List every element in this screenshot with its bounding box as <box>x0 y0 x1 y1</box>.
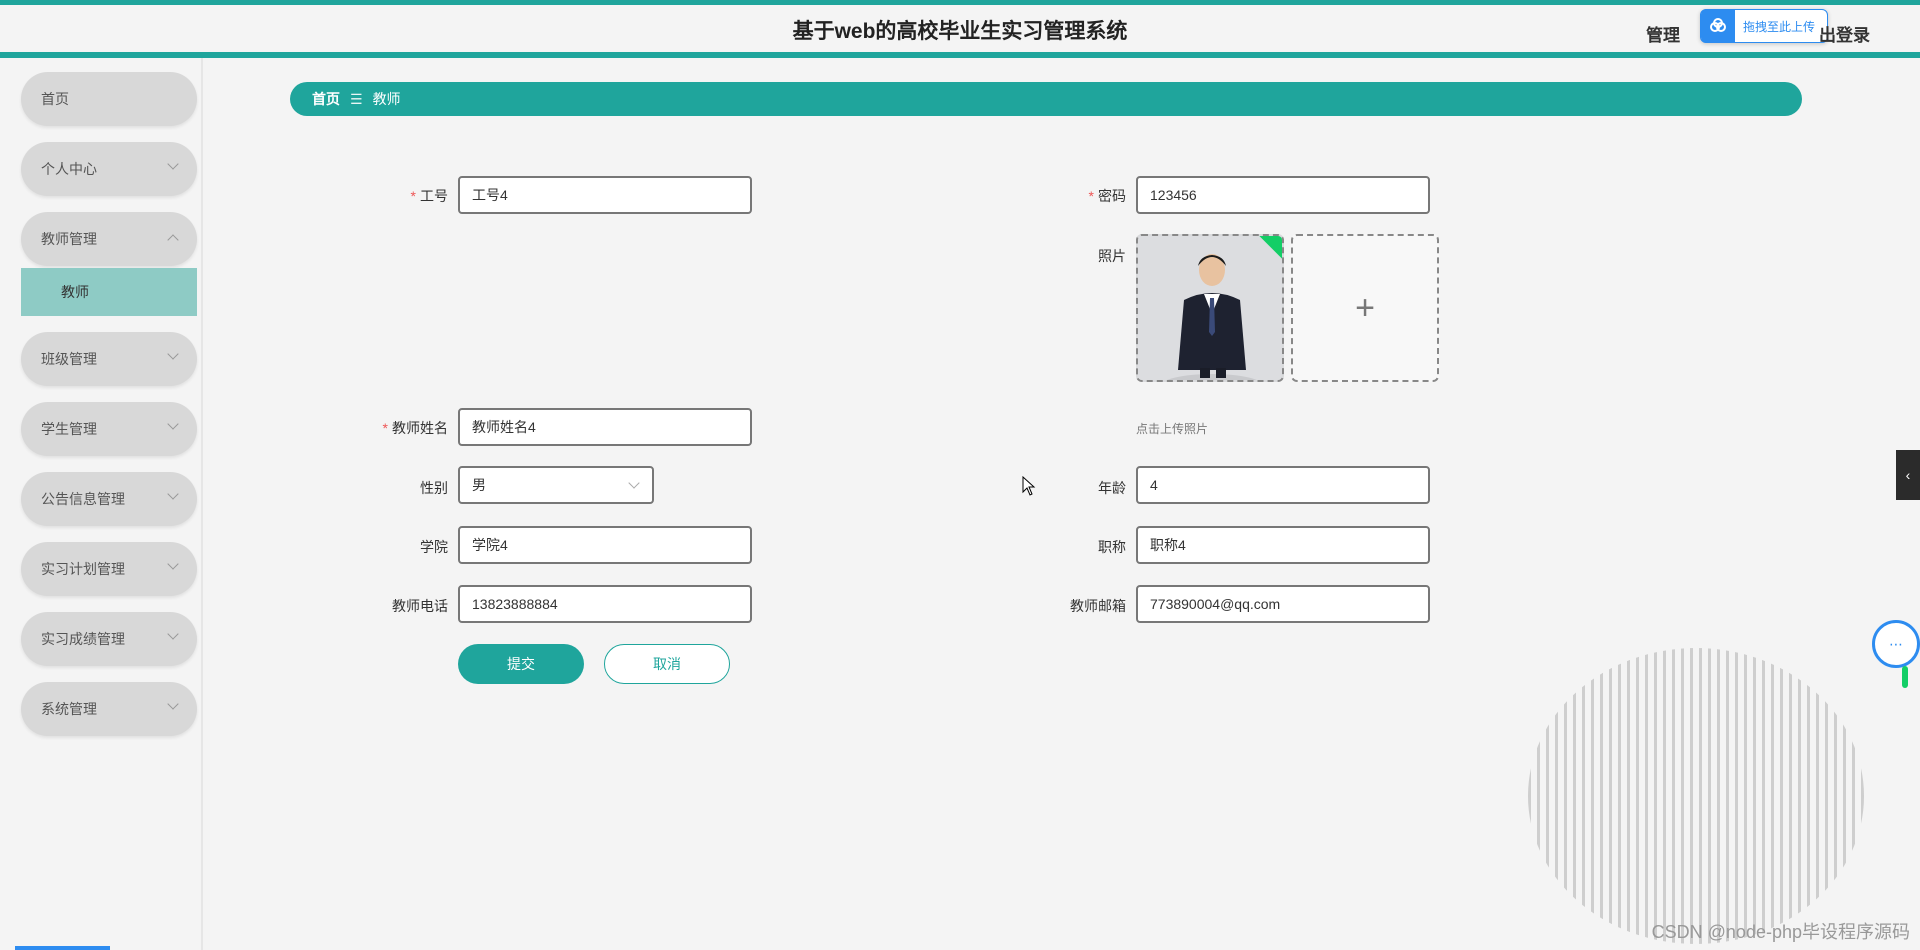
gender-select[interactable]: 男 <box>458 466 654 504</box>
title-label: 职称 <box>1098 539 1126 555</box>
sidebar-item-label: 实习计划管理 <box>41 561 125 577</box>
mouse-cursor-icon <box>1022 476 1036 496</box>
floating-assistant-button[interactable]: ⋯ <box>1872 620 1920 668</box>
password-label-text: 密码 <box>1098 188 1126 204</box>
plus-icon: + <box>1355 288 1375 327</box>
sidebar-item-plan-management[interactable]: 实习计划管理 <box>21 542 197 596</box>
menu-icon: ☰ <box>350 90 363 107</box>
sidebar-item-teacher-management[interactable]: 教师管理 <box>21 212 197 266</box>
age-label: 年龄 <box>1098 480 1126 496</box>
gender-select-value: 男 <box>472 477 486 493</box>
required-mark: * <box>382 420 388 436</box>
teacher-name-input[interactable]: 教师姓名4 <box>458 408 752 446</box>
sidebar-item-label: 系统管理 <box>41 701 97 717</box>
sidebar-item-score-management[interactable]: 实习成绩管理 <box>21 612 197 666</box>
chevron-down-icon <box>167 158 179 170</box>
watermark: CSDN @node-php毕设程序源码 <box>1651 922 1910 942</box>
decorative-stripes <box>1528 648 1864 944</box>
required-mark: * <box>1088 188 1094 204</box>
cloud-upload-icon <box>1701 9 1735 43</box>
add-photo-button[interactable]: + <box>1291 234 1439 382</box>
sidebar: 首页 个人中心 教师管理 教师 班级管理 学生管理 公告信息管理 实习计划管理 … <box>15 58 203 950</box>
title-input[interactable]: 职称4 <box>1136 526 1430 564</box>
college-label: 学院 <box>420 539 448 555</box>
dots-icon: ⋯ <box>1889 635 1903 652</box>
sidebar-item-label: 公告信息管理 <box>41 491 125 507</box>
required-mark: * <box>410 188 416 204</box>
photo-thumbnail[interactable] <box>1136 234 1284 382</box>
breadcrumb-home[interactable]: 首页 <box>312 89 340 109</box>
chevron-down-icon <box>167 558 179 570</box>
sidebar-item-notice-management[interactable]: 公告信息管理 <box>21 472 197 526</box>
upload-drop-label: 拖拽至此上传 <box>1743 19 1816 34</box>
chevron-down-icon <box>167 418 179 430</box>
job-no-input[interactable]: 工号4 <box>458 176 752 214</box>
phone-input[interactable]: 13823888884 <box>458 585 752 623</box>
teacher-name-label-text: 教师姓名 <box>392 420 448 436</box>
sidebar-item-system-management[interactable]: 系统管理 <box>21 682 197 736</box>
sidebar-item-label: 班级管理 <box>41 351 97 367</box>
floating-status-bar <box>1902 666 1908 688</box>
photo-upload-hint: 点击上传照片 <box>1136 422 1209 436</box>
chevron-left-icon: ‹ <box>1905 467 1911 483</box>
sidebar-item-personal-center[interactable]: 个人中心 <box>21 142 197 196</box>
chevron-down-icon <box>167 698 179 710</box>
logout-button[interactable]: 出登录 <box>1819 21 1870 46</box>
sidebar-item-label: 首页 <box>41 91 69 107</box>
breadcrumb: 首页 ☰ 教师 <box>290 82 1802 116</box>
breadcrumb-current: 教师 <box>372 91 401 107</box>
photo-label: 照片 <box>1098 248 1126 264</box>
upload-drop-badge[interactable]: 拖拽至此上传 <box>1700 9 1828 43</box>
submit-button[interactable]: 提交 <box>458 644 584 684</box>
sidebar-subitem-teacher[interactable]: 教师 <box>21 268 197 316</box>
college-input[interactable]: 学院4 <box>458 526 752 564</box>
chevron-up-icon <box>167 234 179 246</box>
teacher-photo-image <box>1138 236 1282 380</box>
cancel-button[interactable]: 取消 <box>604 644 730 684</box>
chevron-down-icon <box>628 477 640 489</box>
password-input[interactable]: 123456 <box>1136 176 1430 214</box>
app-title: 基于web的高校毕业生实习管理系统 <box>792 20 1128 43</box>
sidebar-item-home[interactable]: 首页 <box>21 72 197 126</box>
phone-label: 教师电话 <box>392 598 448 614</box>
password-label: * 密码 <box>1060 186 1126 206</box>
age-input[interactable]: 4 <box>1136 466 1430 504</box>
sidebar-item-label: 个人中心 <box>41 161 97 177</box>
job-no-label: * 工号 <box>380 186 448 206</box>
sidebar-item-class-management[interactable]: 班级管理 <box>21 332 197 386</box>
sidebar-item-label: 实习成绩管理 <box>41 631 125 647</box>
job-no-label-text: 工号 <box>420 188 448 204</box>
gender-label: 性别 <box>420 480 448 496</box>
email-input[interactable]: 773890004@qq.com <box>1136 585 1430 623</box>
sidebar-scroll-indicator[interactable] <box>15 946 110 950</box>
chevron-down-icon <box>167 348 179 360</box>
collapse-panel-button[interactable]: ‹ <box>1896 450 1920 500</box>
admin-label[interactable]: 管理 <box>1646 21 1680 46</box>
sidebar-subitem-label: 教师 <box>61 284 89 300</box>
email-label: 教师邮箱 <box>1070 598 1126 614</box>
sidebar-item-label: 教师管理 <box>41 231 97 247</box>
chevron-down-icon <box>167 628 179 640</box>
sidebar-item-label: 学生管理 <box>41 421 97 437</box>
chevron-down-icon <box>167 488 179 500</box>
teacher-name-label: * 教师姓名 <box>360 418 448 438</box>
sidebar-item-student-management[interactable]: 学生管理 <box>21 402 197 456</box>
top-header: 基于web的高校毕业生实习管理系统 管理 拖拽至此上传 出登录 <box>0 0 1920 58</box>
